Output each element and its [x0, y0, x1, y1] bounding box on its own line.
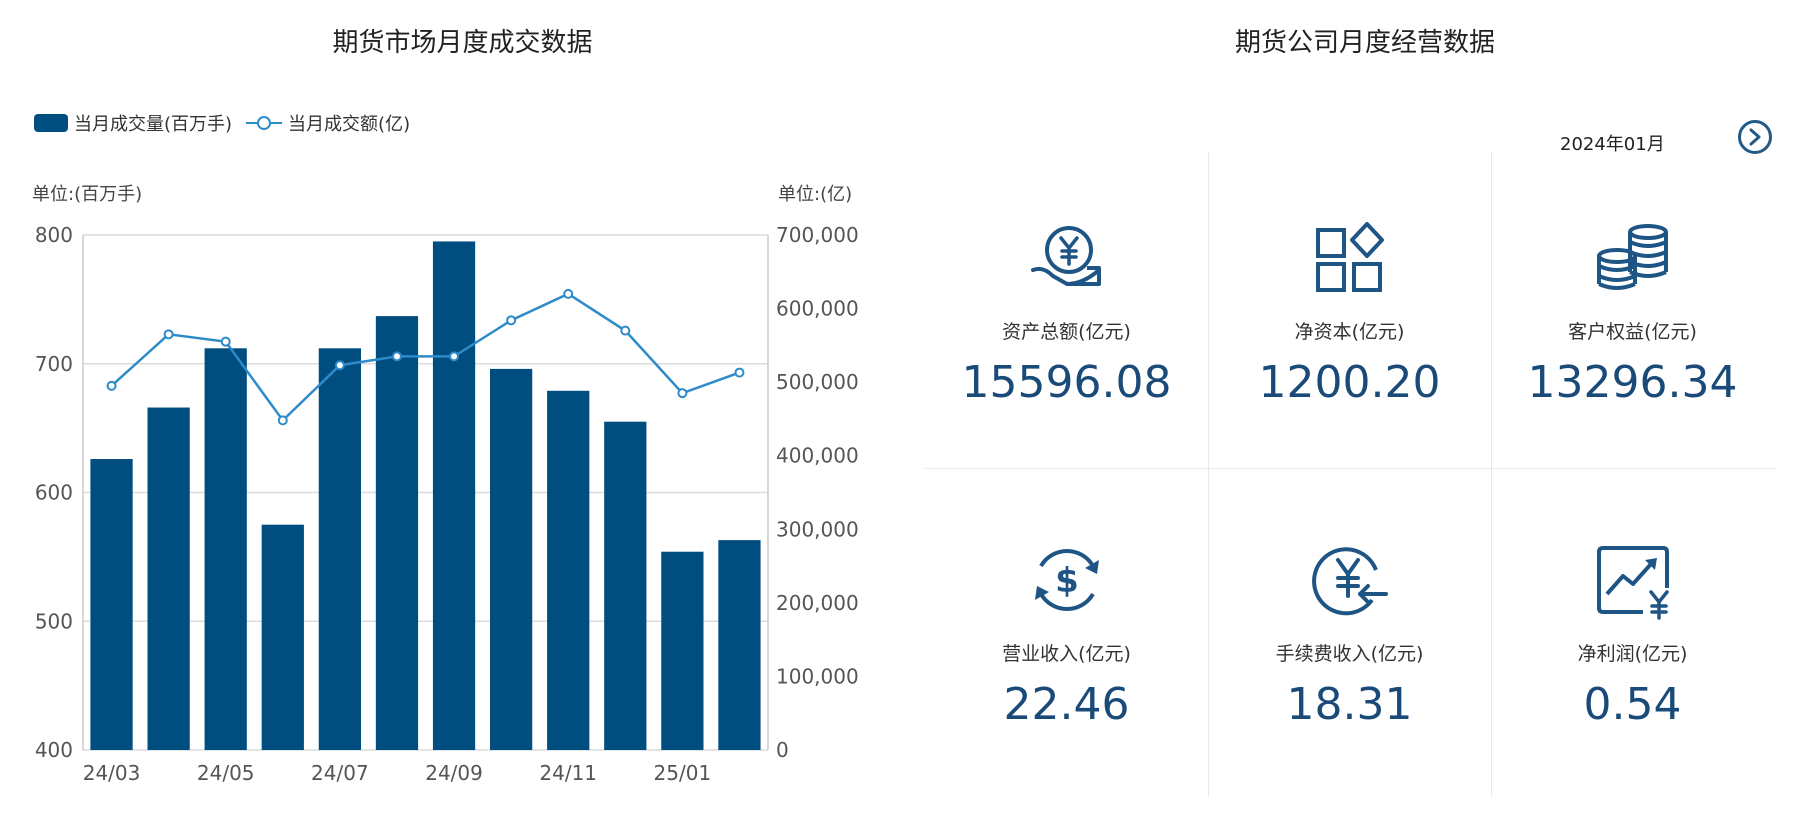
y-right-tick-label: 400,000	[776, 444, 859, 468]
bar	[90, 459, 133, 750]
bar	[318, 348, 361, 750]
line-point	[734, 367, 745, 378]
metric-label: 净利润(亿元)	[1577, 643, 1688, 665]
chevron-right-icon	[1749, 128, 1761, 146]
x-tick-label: 25/01	[654, 761, 712, 785]
line-point	[163, 329, 174, 340]
metric-label: 营业收入(亿元)	[1002, 643, 1131, 665]
company-data-title: 期货公司月度经营数据	[1234, 28, 1495, 58]
line-point	[334, 360, 345, 371]
line-point	[677, 388, 688, 399]
y-right-tick-label: 500,000	[776, 370, 859, 394]
hand-yen-icon	[1030, 226, 1101, 287]
page: 期货市场月度成交数据 期货公司月度经营数据 当月成交量(百万手) 当月成交额(亿…	[0, 0, 1805, 829]
y-right-tick-label: 200,000	[776, 591, 859, 615]
bar	[661, 551, 704, 750]
bar	[204, 348, 247, 750]
y-right-tick-label: 700,000	[776, 223, 859, 247]
bar	[261, 524, 304, 750]
next-period-button[interactable]	[1738, 120, 1772, 154]
metrics-grid: 资产总额(亿元) 15596.08 净资本(亿元) 1200.20 客户权益(亿…	[925, 152, 1775, 797]
metric-label: 客户权益(亿元)	[1568, 321, 1697, 343]
metric-total-assets: 资产总额(亿元) 15596.08	[925, 152, 1208, 474]
bar	[490, 368, 533, 750]
x-tick-label: 24/03	[83, 761, 141, 785]
metric-fee-income: 手续费收入(亿元) 18.31	[1208, 474, 1491, 796]
x-tick-label: 24/07	[311, 761, 369, 785]
y-left-tick-label: 400	[35, 738, 73, 762]
metric-value: 22.46	[1003, 679, 1130, 730]
blocks-icon	[1315, 222, 1384, 292]
line-point	[277, 415, 288, 426]
bar	[718, 540, 761, 750]
y-right-tick-label: 600,000	[776, 297, 859, 321]
bar	[547, 390, 590, 750]
yen-arrow-icon	[1311, 547, 1388, 616]
y-left-tick-label: 700	[35, 352, 73, 376]
metric-value: 1200.20	[1258, 357, 1441, 408]
x-tick-label: 24/09	[425, 761, 483, 785]
line-point	[563, 288, 574, 299]
metric-value: 15596.08	[961, 357, 1172, 408]
x-tick-label: 24/05	[197, 761, 255, 785]
metric-label: 资产总额(亿元)	[1002, 321, 1131, 343]
combo-chart: 400 500 600 700 800 0 100,000 200,000 300,000 400…	[35, 223, 859, 785]
metric-value: 18.31	[1286, 679, 1413, 730]
metric-value: 13296.34	[1527, 357, 1738, 408]
y-left-tick-label: 600	[35, 481, 73, 505]
metric-label: 净资本(亿元)	[1294, 321, 1405, 343]
bar	[432, 241, 476, 750]
dollar-cycle-icon: $	[1034, 548, 1099, 612]
metric-net-profit: 净利润(亿元) 0.54	[1491, 474, 1774, 796]
metric-label: 手续费收入(亿元)	[1275, 643, 1424, 665]
y-left-tick-label: 800	[35, 223, 73, 247]
line-point	[449, 351, 460, 362]
metric-operating-revenue: $ 营业收入(亿元) 22.46	[925, 474, 1208, 796]
metric-value: 0.54	[1583, 679, 1682, 730]
y-right-tick-label: 0	[776, 738, 789, 762]
coins-icon	[1596, 224, 1668, 290]
line-point	[506, 315, 517, 326]
metric-net-capital: 净资本(亿元) 1200.20	[1208, 152, 1491, 474]
y-right-tick-label: 100,000	[776, 664, 859, 688]
line-point	[620, 325, 631, 336]
x-tick-label: 24/11	[539, 761, 597, 785]
bar	[604, 421, 647, 750]
growth-chart-yen-icon	[1596, 546, 1669, 620]
line-point	[391, 351, 402, 362]
bar	[375, 316, 419, 750]
y-left-tick-label: 500	[35, 609, 73, 633]
line-point	[220, 336, 231, 347]
y-right-tick-label: 300,000	[776, 517, 859, 541]
svg-text:$: $	[1055, 561, 1079, 601]
line-point	[106, 380, 117, 391]
metric-client-equity: 客户权益(亿元) 13296.34	[1491, 152, 1774, 474]
bar	[147, 407, 190, 750]
